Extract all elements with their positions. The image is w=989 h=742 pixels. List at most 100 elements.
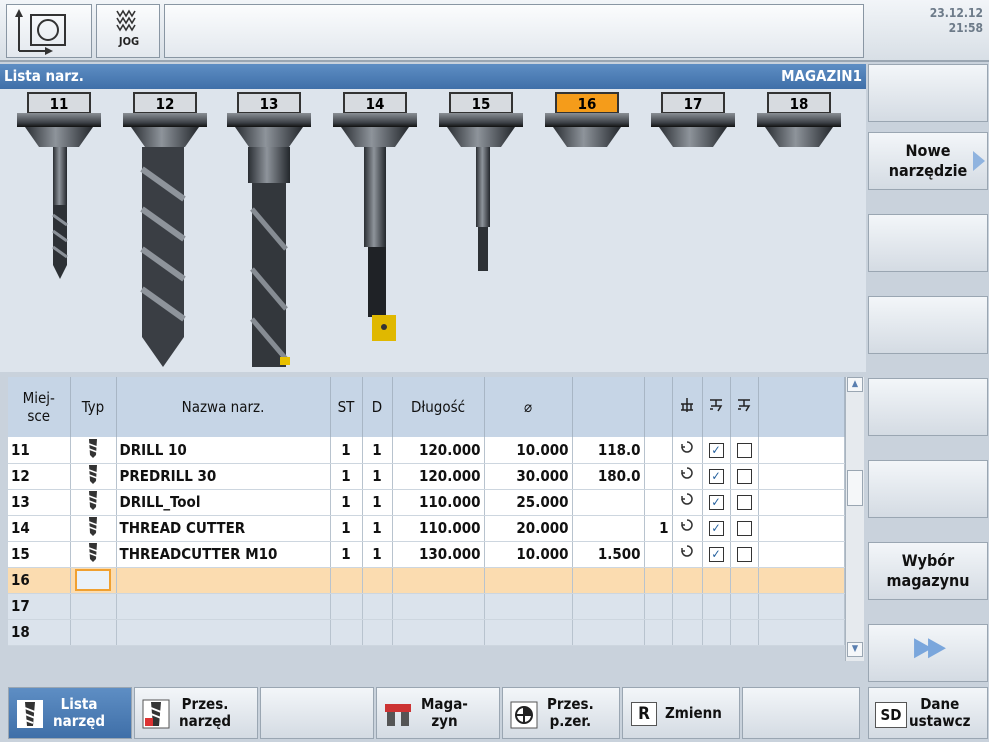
thread-cutter-type-icon xyxy=(70,515,117,542)
col-angle xyxy=(572,377,645,437)
table-row[interactable]: 14 THREAD CUTTER 1 1 110.000 20.000 1 ✓ xyxy=(8,515,845,542)
threadcutter-type-icon xyxy=(70,541,117,568)
variables-softkey[interactable]: R Zmienn xyxy=(622,687,740,739)
tool-table[interactable]: Miej- sce Typ Nazwa narz. ST D Długość ⌀ xyxy=(8,377,845,646)
vertical-softkey-1[interactable] xyxy=(868,64,988,122)
vertical-softkey-5[interactable] xyxy=(868,378,988,436)
table-scrollbar[interactable]: ▲ ▼ xyxy=(845,377,864,661)
coolant2-checkbox[interactable] xyxy=(730,515,759,542)
cell-d: 1 xyxy=(362,437,393,464)
tool-list-softkey[interactable]: Lista narzęd xyxy=(8,687,132,739)
coolant2-checkbox[interactable] xyxy=(730,463,759,490)
table-row[interactable]: 17 xyxy=(8,593,845,620)
coolant1-checkbox[interactable]: ✓ xyxy=(702,489,731,516)
col-length: Długość xyxy=(392,377,485,437)
work-offset-softkey[interactable]: Przes. p.zer. xyxy=(502,687,620,739)
coolant1-checkbox[interactable]: ✓ xyxy=(702,463,731,490)
cell-empty xyxy=(392,593,485,620)
spindle-rotation-header-icon xyxy=(672,377,703,437)
cell-empty xyxy=(758,567,845,594)
magazine-slot-16[interactable]: 16 xyxy=(545,92,629,147)
tool-wear-softkey[interactable]: Przes. narzęd xyxy=(134,687,258,739)
vertical-softkey-7[interactable]: Wybór magazynu xyxy=(868,542,988,600)
cell-empty xyxy=(484,567,573,594)
cell-name: DRILL 10 xyxy=(116,437,331,464)
time-text: 21:58 xyxy=(948,21,983,35)
cell-diameter: 20.000 xyxy=(484,515,573,542)
magazine-slot-11[interactable]: 11 xyxy=(17,92,101,147)
status-header: JOG 23.12.12 21:58 xyxy=(0,0,989,62)
cell-empty xyxy=(644,593,673,620)
table-row[interactable]: 15 THREADCUTTER M10 1 1 130.000 10.000 1.500 ✓ xyxy=(8,541,845,568)
table-row[interactable]: 13 DRILL_Tool 1 1 110.000 25.000 ✓ xyxy=(8,489,845,516)
drill-type-icon xyxy=(70,463,117,490)
cell-empty xyxy=(572,619,645,646)
cell-empty xyxy=(730,567,759,594)
coolant1-checkbox[interactable]: ✓ xyxy=(702,541,731,568)
cell-empty xyxy=(116,593,331,620)
status-panel xyxy=(164,4,864,58)
magazine-slot-13[interactable]: 13 xyxy=(227,92,311,147)
slot-number: 18 xyxy=(790,95,809,113)
empty-softkey-3[interactable] xyxy=(260,687,374,739)
slot-number: 11 xyxy=(50,95,69,113)
setting-data-softkey[interactable]: SD Dane ustawcz xyxy=(868,687,988,739)
table-row[interactable]: 12 PREDRILL 30 1 1 120.000 30.000 180.0 ✓ xyxy=(8,463,845,490)
cell-st: 1 xyxy=(330,515,363,542)
slot-number: 15 xyxy=(472,95,491,113)
table-row-selected[interactable]: 16 xyxy=(8,567,845,594)
cell-place: 12 xyxy=(8,463,71,490)
magazine-slot-15[interactable]: 15 xyxy=(439,92,523,147)
magazine-slot-17[interactable]: 17 xyxy=(651,92,735,147)
cell-extra xyxy=(644,437,673,464)
type-cell-cursor[interactable] xyxy=(70,567,117,594)
scroll-down-button[interactable]: ▼ xyxy=(847,642,863,657)
magazine-slot-18[interactable]: 18 xyxy=(757,92,841,147)
coolant2-checkbox[interactable] xyxy=(730,437,759,464)
cell-empty xyxy=(672,593,703,620)
spindle-direction-icon xyxy=(672,489,703,516)
empty-softkey-7[interactable] xyxy=(742,687,860,739)
cell-place: 15 xyxy=(8,541,71,568)
cell-spacer xyxy=(758,437,845,464)
tool-wear-label: Przes. narzęd xyxy=(179,695,232,730)
cell-spacer xyxy=(758,541,845,568)
table-header-row: Miej- sce Typ Nazwa narz. ST D Długość ⌀ xyxy=(8,377,845,437)
cell-length: 110.000 xyxy=(392,515,485,542)
vertical-softkey-6[interactable] xyxy=(868,460,988,518)
coolant2-checkbox[interactable] xyxy=(730,541,759,568)
coolant2-header-icon xyxy=(730,377,759,437)
spindle-direction-icon xyxy=(672,541,703,568)
tool-list-label: Lista narzęd xyxy=(53,695,106,730)
vertical-softkey-8[interactable]: ▶▶ xyxy=(868,624,988,682)
vertical-softkey-4[interactable] xyxy=(868,296,988,354)
magazine-slot-14[interactable]: 14 xyxy=(333,92,417,147)
cell-place: 14 xyxy=(8,515,71,542)
tool-body-15 xyxy=(478,227,488,271)
work-offset-icon xyxy=(510,701,538,729)
window-title-bar: Lista narz. MAGAZIN1 xyxy=(0,64,866,89)
scroll-up-button[interactable]: ▲ xyxy=(847,377,863,392)
drill-icon xyxy=(17,700,43,728)
cell-empty xyxy=(362,593,393,620)
cell-empty xyxy=(116,619,331,646)
scroll-thumb[interactable] xyxy=(847,470,863,506)
vertical-softkey-2[interactable]: Nowe narzędzie xyxy=(868,132,988,190)
cell-empty xyxy=(572,593,645,620)
cell-empty xyxy=(392,619,485,646)
coolant2-checkbox[interactable] xyxy=(730,489,759,516)
coolant1-checkbox[interactable]: ✓ xyxy=(702,437,731,464)
cell-empty xyxy=(702,593,731,620)
softkey-label: Wybór magazynu xyxy=(886,551,970,590)
magazine-slot-12[interactable]: 12 xyxy=(123,92,207,147)
magazine-softkey[interactable]: Maga- zyn xyxy=(376,687,500,739)
col-extra xyxy=(644,377,673,437)
cell-place: 16 xyxy=(8,567,71,594)
vertical-softkey-3[interactable] xyxy=(868,214,988,272)
cell-empty xyxy=(644,567,673,594)
cell-st: 1 xyxy=(330,463,363,490)
table-row[interactable]: 11 DRILL 10 1 1 120.000 10.000 118.0 ✓ xyxy=(8,437,845,464)
table-row[interactable]: 18 xyxy=(8,619,845,646)
coolant1-checkbox[interactable]: ✓ xyxy=(702,515,731,542)
cell-empty xyxy=(362,619,393,646)
